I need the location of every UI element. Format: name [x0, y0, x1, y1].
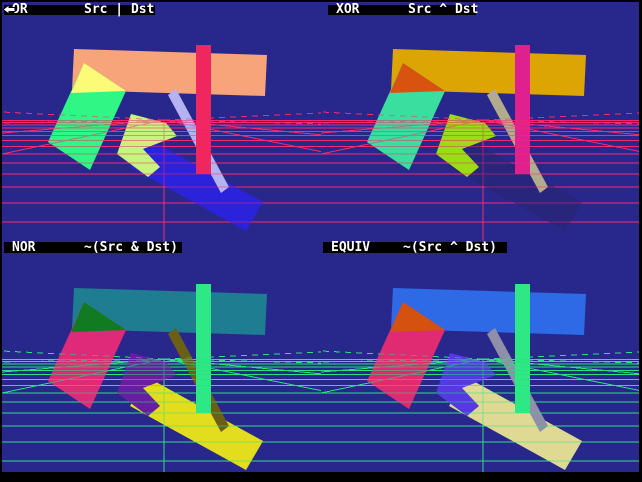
quadrant-background: [2, 2, 321, 241]
op-expression-label: Src | Dst: [84, 5, 154, 15]
scene-xor: [321, 2, 639, 241]
pointer-cursor-icon: [2, 4, 17, 15]
op-name-label: XOR: [336, 5, 359, 15]
label-bar: EQUIV ~(Src ^ Dst): [323, 242, 507, 253]
label-bar: OR Src | Dst: [4, 5, 155, 15]
scene-or: [2, 2, 321, 241]
op-name-label: EQUIV: [331, 242, 370, 253]
quadrant-background: [2, 241, 321, 472]
label-bar: NOR ~(Src & Dst): [4, 242, 182, 253]
quadrant-equiv: EQUIV ~(Src ^ Dst): [321, 241, 639, 472]
quadrant-background: [321, 2, 639, 241]
shape-vertical-bar: [196, 284, 211, 413]
quadrant-nor: NOR ~(Src & Dst): [2, 241, 321, 472]
shape-vertical-bar: [515, 45, 530, 174]
shape-vertical-bar: [196, 45, 211, 174]
op-expression-label: ~(Src ^ Dst): [403, 242, 497, 253]
quadrant-background: [321, 241, 639, 472]
op-name-label: NOR: [12, 242, 35, 253]
quadrant-xor: XOR Src ^ Dst: [321, 2, 639, 241]
rop-demo-window: OR Src | Dst XOR Src ^ Dst NOR ~(Src & D…: [0, 0, 642, 482]
quadrant-or: OR Src | Dst: [2, 2, 321, 241]
scene-equiv: [321, 241, 639, 472]
op-expression-label: ~(Src & Dst): [84, 242, 178, 253]
scene-nor: [2, 241, 321, 472]
op-expression-label: Src ^ Dst: [408, 5, 478, 15]
label-bar: XOR Src ^ Dst: [328, 5, 476, 15]
shape-vertical-bar: [515, 284, 530, 413]
